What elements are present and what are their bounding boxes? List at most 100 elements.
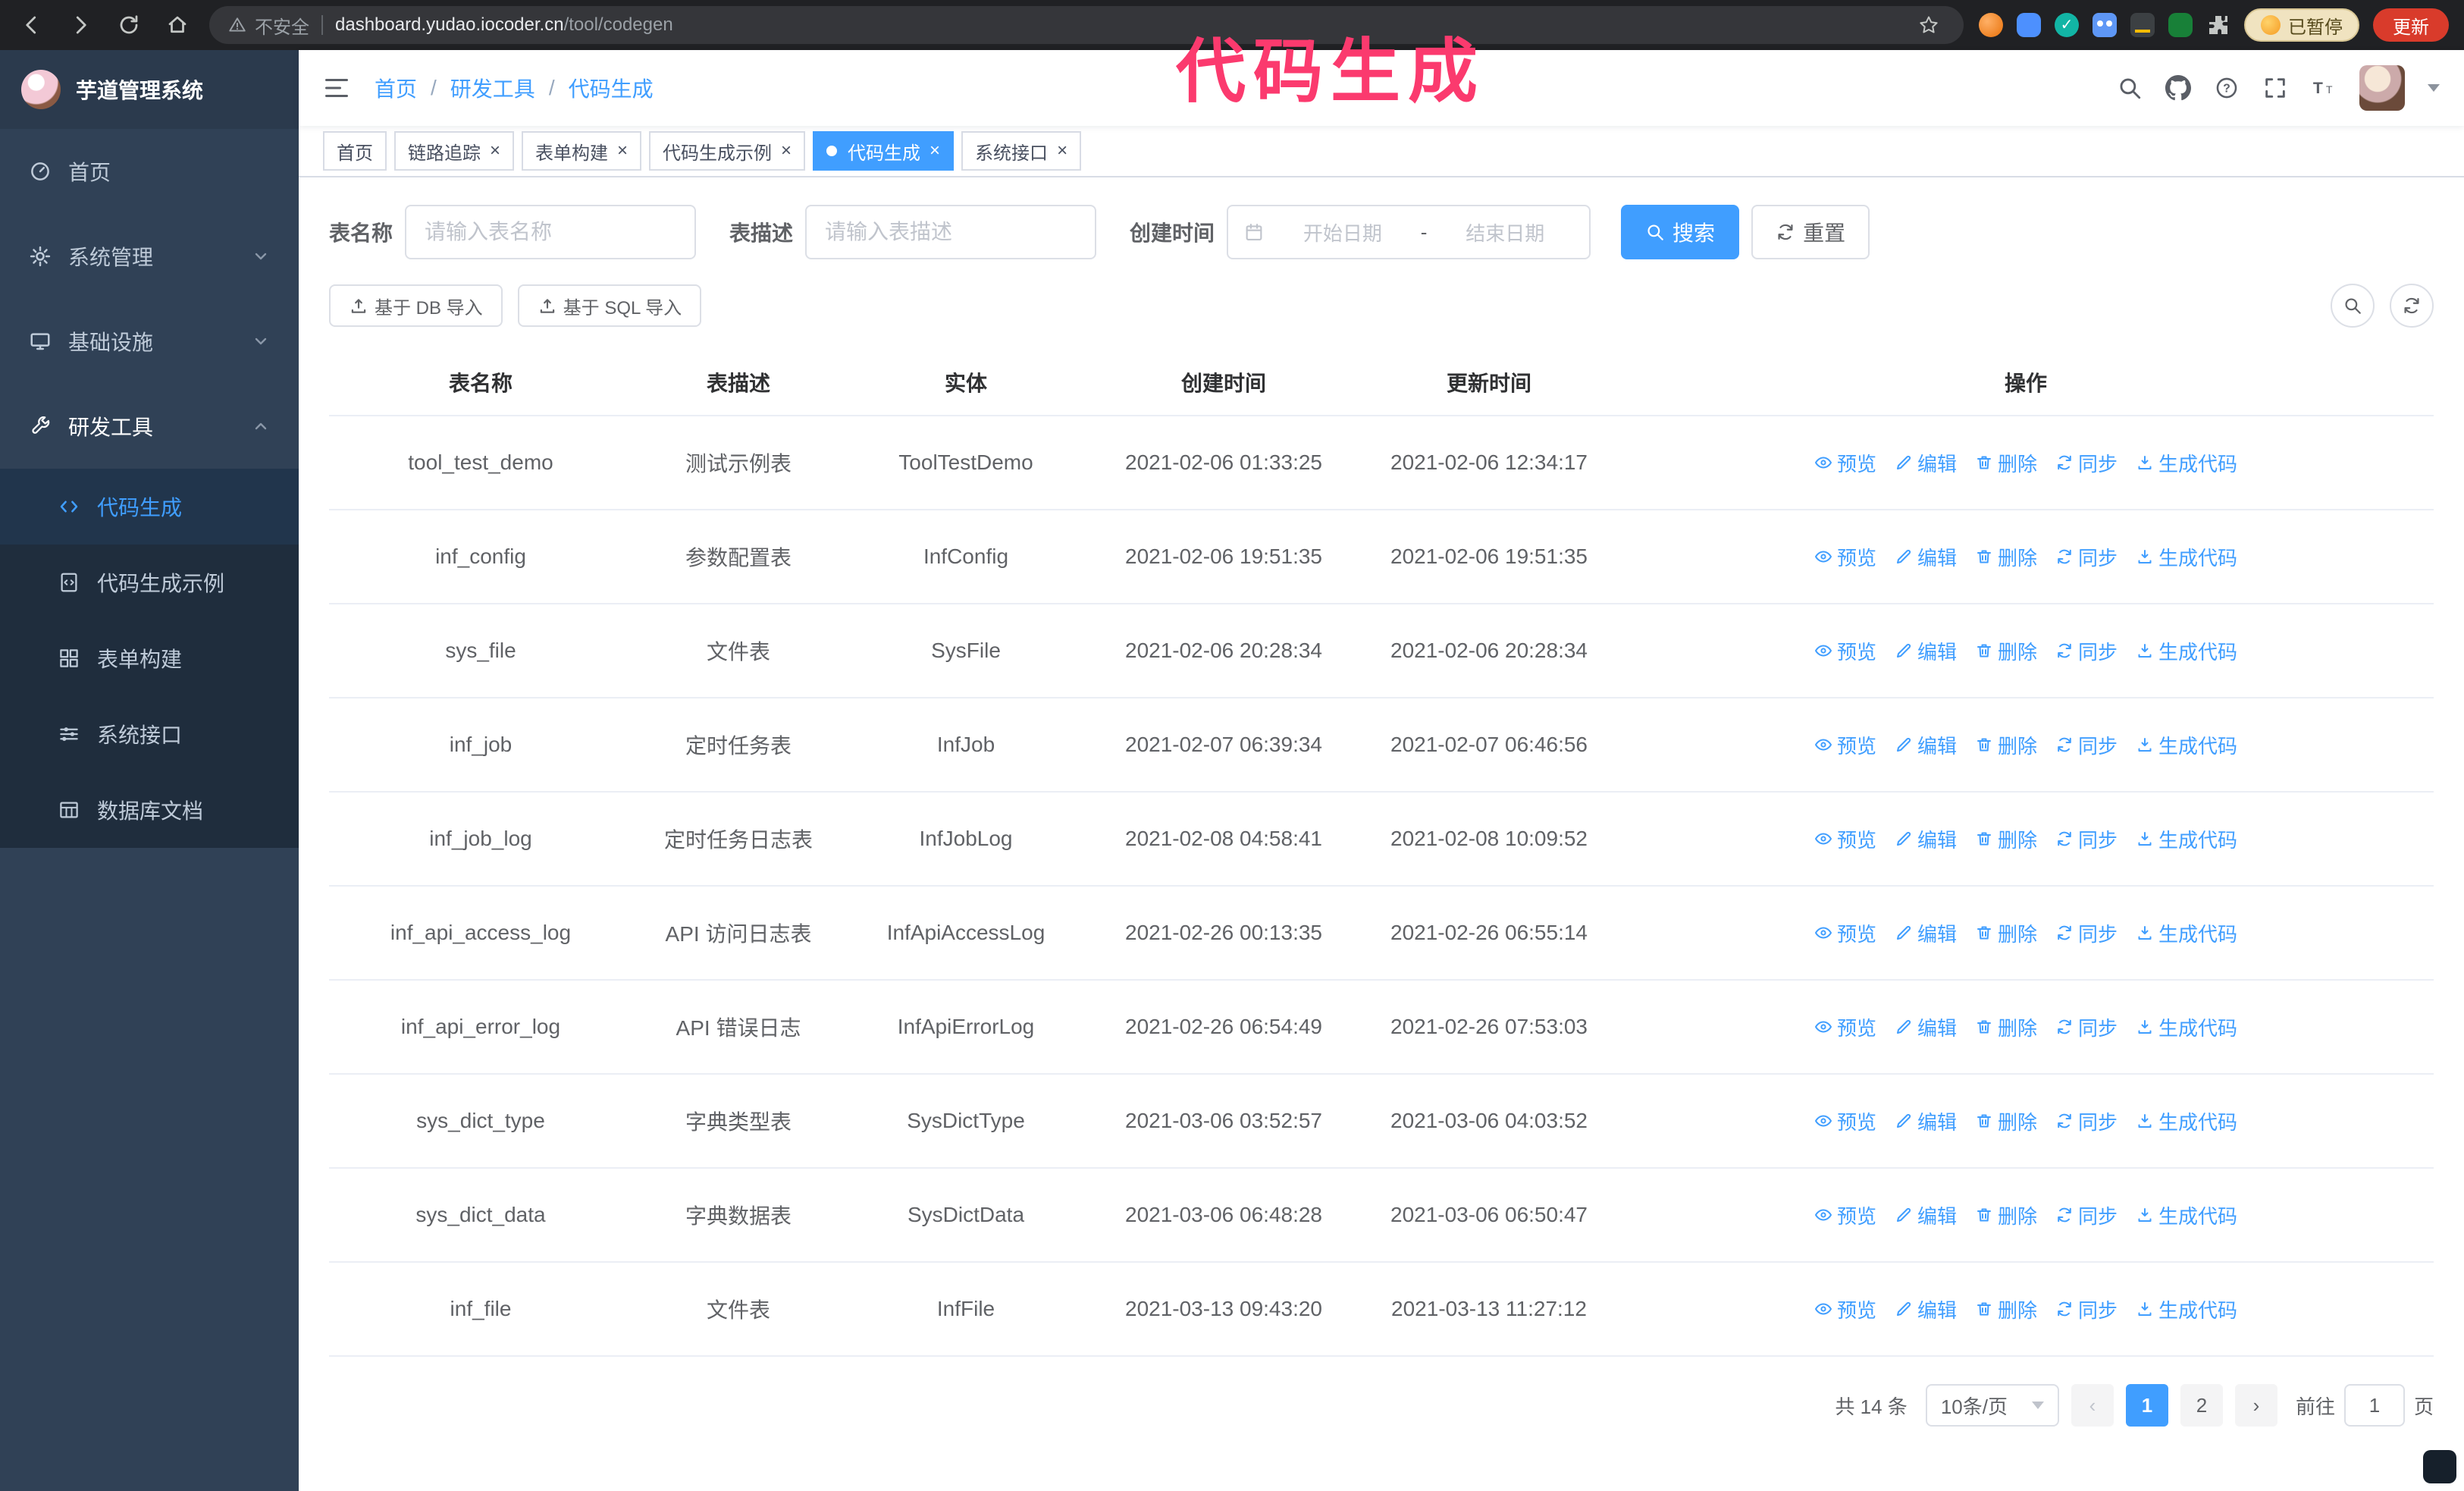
sidebar-item-form-builder[interactable]: 表单构建 [0, 620, 299, 696]
close-icon[interactable]: × [778, 142, 792, 160]
address-bar[interactable]: 不安全 dashboard.yudao.iocoder.cn /tool/cod… [209, 6, 1964, 44]
row-action-preview[interactable]: 预览 [1814, 919, 1876, 947]
row-action-delete[interactable]: 删除 [1975, 543, 2037, 571]
row-action-edit[interactable]: 编辑 [1895, 825, 1957, 853]
row-action-sync[interactable]: 同步 [2055, 1201, 2118, 1229]
sidebar-item-system-api[interactable]: 系统接口 [0, 696, 299, 772]
extensions-puzzle-icon[interactable] [2206, 13, 2230, 37]
bookmark-star-icon[interactable] [1912, 8, 1945, 42]
row-action-edit[interactable]: 编辑 [1895, 543, 1957, 571]
help-icon[interactable]: ? [2214, 75, 2240, 101]
font-size-icon[interactable]: TT [2311, 75, 2337, 101]
row-action-delete[interactable]: 删除 [1975, 1013, 2037, 1041]
page-size-select[interactable]: 10条/页 [1925, 1384, 2059, 1427]
tab-system-api[interactable]: 系统接口 × [961, 131, 1082, 171]
menu-fold-icon[interactable] [323, 74, 350, 102]
row-action-preview[interactable]: 预览 [1814, 449, 1876, 477]
row-action-preview[interactable]: 预览 [1814, 1295, 1876, 1323]
toggle-search-button[interactable] [2331, 284, 2375, 328]
extension-icon-green-check[interactable] [2055, 13, 2079, 37]
search-icon[interactable] [2117, 75, 2143, 101]
create-time-range-picker[interactable]: 开始日期 - 结束日期 [1227, 205, 1591, 259]
update-button[interactable]: 更新 [2373, 8, 2449, 42]
row-action-sync[interactable]: 同步 [2055, 825, 2118, 853]
row-action-edit[interactable]: 编辑 [1895, 1013, 1957, 1041]
avatar-caret-icon[interactable] [2428, 84, 2440, 92]
row-action-generate[interactable]: 生成代码 [2136, 543, 2237, 571]
row-action-sync[interactable]: 同步 [2055, 1107, 2118, 1135]
extension-icon-orange[interactable] [1979, 13, 2003, 37]
row-action-delete[interactable]: 删除 [1975, 449, 2037, 477]
extension-icon-blue[interactable] [2017, 13, 2041, 37]
close-icon[interactable]: × [614, 142, 628, 160]
row-action-preview[interactable]: 预览 [1814, 637, 1876, 665]
row-action-generate[interactable]: 生成代码 [2136, 731, 2237, 759]
extension-icon-people[interactable] [2093, 13, 2117, 37]
row-action-generate[interactable]: 生成代码 [2136, 1013, 2237, 1041]
row-action-delete[interactable]: 删除 [1975, 1107, 2037, 1135]
fullscreen-icon[interactable] [2262, 75, 2288, 101]
row-action-sync[interactable]: 同步 [2055, 543, 2118, 571]
next-page-button[interactable]: › [2234, 1384, 2277, 1427]
row-action-delete[interactable]: 删除 [1975, 731, 2037, 759]
breadcrumb-home[interactable]: 首页 [375, 73, 417, 103]
row-action-generate[interactable]: 生成代码 [2136, 1295, 2237, 1323]
close-icon[interactable]: × [487, 142, 500, 160]
extension-icon-leaf[interactable] [2168, 13, 2193, 37]
import-db-button[interactable]: 基于 DB 导入 [329, 284, 503, 327]
row-action-delete[interactable]: 删除 [1975, 825, 2037, 853]
sidebar-item-home[interactable]: 首页 [0, 129, 299, 214]
row-action-preview[interactable]: 预览 [1814, 543, 1876, 571]
row-action-generate[interactable]: 生成代码 [2136, 919, 2237, 947]
tab-codegen-example[interactable]: 代码生成示例 × [649, 131, 806, 171]
reload-icon[interactable] [112, 8, 146, 42]
row-action-generate[interactable]: 生成代码 [2136, 637, 2237, 665]
row-action-generate[interactable]: 生成代码 [2136, 825, 2237, 853]
corner-widget-icon[interactable] [2423, 1450, 2456, 1483]
row-action-preview[interactable]: 预览 [1814, 731, 1876, 759]
reset-button[interactable]: 重置 [1751, 205, 1870, 259]
tab-tracing[interactable]: 链路追踪 × [394, 131, 515, 171]
sidebar-item-codegen[interactable]: 代码生成 [0, 469, 299, 545]
row-action-edit[interactable]: 编辑 [1895, 919, 1957, 947]
sidebar-item-db-doc[interactable]: 数据库文档 [0, 772, 299, 848]
profile-paused-badge[interactable]: 已暂停 [2244, 8, 2359, 42]
sidebar-item-system[interactable]: 系统管理 [0, 214, 299, 299]
search-button[interactable]: 搜索 [1621, 205, 1740, 259]
row-action-preview[interactable]: 预览 [1814, 1107, 1876, 1135]
row-action-delete[interactable]: 删除 [1975, 1295, 2037, 1323]
table-desc-input[interactable] [805, 205, 1097, 259]
row-action-sync[interactable]: 同步 [2055, 449, 2118, 477]
row-action-edit[interactable]: 编辑 [1895, 1107, 1957, 1135]
sidebar-item-codegen-example[interactable]: 代码生成示例 [0, 545, 299, 620]
breadcrumb-devtools[interactable]: 研发工具 [450, 73, 535, 103]
close-icon[interactable]: × [1054, 142, 1067, 160]
refresh-table-button[interactable] [2390, 284, 2434, 328]
row-action-edit[interactable]: 编辑 [1895, 731, 1957, 759]
user-avatar[interactable] [2359, 65, 2405, 111]
tab-form-builder[interactable]: 表单构建 × [522, 131, 642, 171]
page-button-1[interactable]: 1 [2125, 1384, 2168, 1427]
import-sql-button[interactable]: 基于 SQL 导入 [517, 284, 702, 327]
row-action-generate[interactable]: 生成代码 [2136, 1201, 2237, 1229]
back-icon[interactable] [15, 8, 49, 42]
sidebar-item-infra[interactable]: 基础设施 [0, 299, 299, 384]
row-action-edit[interactable]: 编辑 [1895, 1201, 1957, 1229]
row-action-preview[interactable]: 预览 [1814, 825, 1876, 853]
row-action-generate[interactable]: 生成代码 [2136, 449, 2237, 477]
table-name-input[interactable] [405, 205, 697, 259]
row-action-delete[interactable]: 删除 [1975, 637, 2037, 665]
row-action-delete[interactable]: 删除 [1975, 1201, 2037, 1229]
row-action-sync[interactable]: 同步 [2055, 1295, 2118, 1323]
row-action-generate[interactable]: 生成代码 [2136, 1107, 2237, 1135]
close-icon[interactable]: × [926, 142, 940, 160]
prev-page-button[interactable]: ‹ [2071, 1384, 2114, 1427]
row-action-sync[interactable]: 同步 [2055, 637, 2118, 665]
sidebar-item-devtools[interactable]: 研发工具 [0, 384, 299, 469]
row-action-preview[interactable]: 预览 [1814, 1201, 1876, 1229]
tab-codegen[interactable]: 代码生成 × [813, 131, 955, 171]
extension-icon-dark[interactable] [2130, 13, 2155, 37]
forward-icon[interactable] [64, 8, 97, 42]
row-action-sync[interactable]: 同步 [2055, 731, 2118, 759]
row-action-delete[interactable]: 删除 [1975, 919, 2037, 947]
